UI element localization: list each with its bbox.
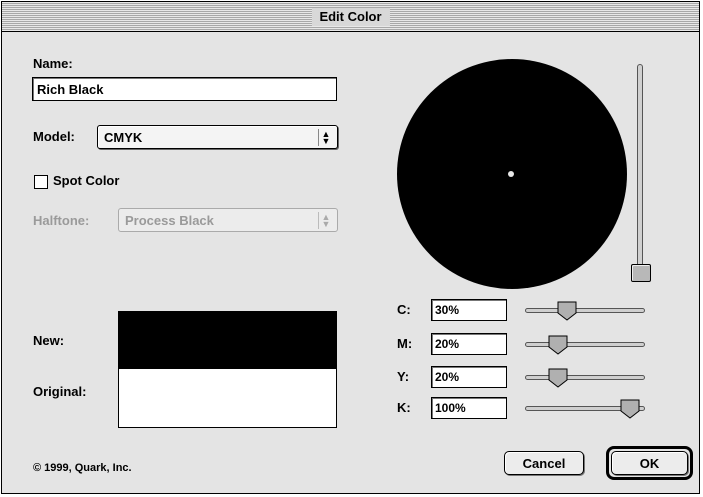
spot-color-label[interactable]: Spot Color: [53, 173, 119, 188]
model-label: Model:: [33, 129, 75, 144]
channel-label-m: M:: [397, 336, 413, 351]
copyright-text: © 1999, Quark, Inc.: [33, 462, 132, 474]
channel-slider-track-m[interactable]: [525, 342, 645, 347]
model-popup[interactable]: CMYK ▲ ▼: [97, 125, 338, 149]
channel-label-c: C:: [397, 302, 411, 317]
ok-button[interactable]: OK: [611, 451, 688, 475]
original-label: Original:: [33, 384, 87, 399]
halftone-popup: Process Black ▲ ▼: [118, 208, 338, 232]
model-value: CMYK: [104, 129, 143, 145]
color-picker-dot[interactable]: [508, 171, 514, 177]
channel-slider-thumb-k[interactable]: [619, 398, 641, 420]
channel-slider-track-c[interactable]: [525, 308, 645, 313]
new-label: New:: [33, 333, 65, 348]
name-label: Name:: [33, 56, 73, 71]
popup-arrows-icon: ▲ ▼: [318, 129, 333, 146]
dialog-title: Edit Color: [311, 8, 390, 26]
channel-label-y: Y:: [397, 369, 410, 384]
cancel-button[interactable]: Cancel: [504, 451, 584, 475]
channel-label-k: K:: [397, 400, 411, 415]
original-color-swatch: [118, 368, 337, 428]
name-field[interactable]: Rich Black: [32, 77, 337, 101]
color-wheel[interactable]: [397, 59, 627, 289]
channel-slider-thumb-y[interactable]: [547, 367, 569, 389]
halftone-value: Process Black: [125, 212, 214, 228]
channel-slider-thumb-c[interactable]: [556, 300, 578, 322]
halftone-label: Halftone:: [33, 213, 90, 228]
brightness-slider-track[interactable]: [637, 64, 643, 280]
spot-color-checkbox[interactable]: [34, 175, 48, 189]
popup-arrows-icon: ▲ ▼: [318, 212, 333, 229]
channel-field-y[interactable]: 20%: [431, 366, 507, 388]
new-color-swatch: [118, 311, 337, 369]
channel-slider-thumb-m[interactable]: [547, 334, 569, 356]
brightness-slider-thumb[interactable]: [631, 264, 651, 282]
channel-field-c[interactable]: 30%: [431, 299, 507, 321]
channel-slider-track-y[interactable]: [525, 375, 645, 380]
channel-field-m[interactable]: 20%: [431, 333, 507, 355]
channel-field-k[interactable]: 100%: [431, 397, 507, 419]
title-bar[interactable]: Edit Color: [2, 2, 699, 32]
